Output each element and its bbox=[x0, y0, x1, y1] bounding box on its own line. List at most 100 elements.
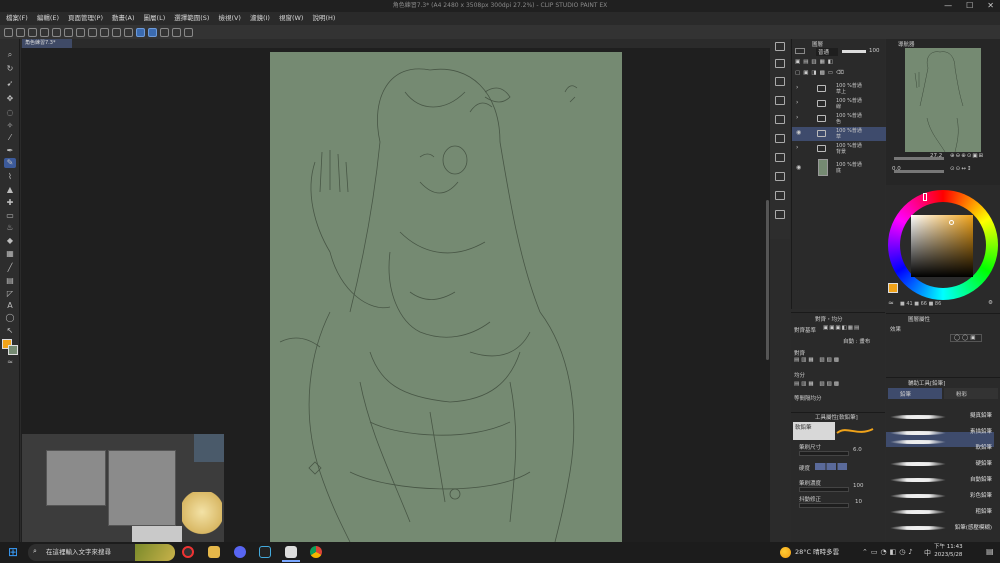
folder-material-icon[interactable] bbox=[775, 153, 785, 162]
search-layer-icon[interactable] bbox=[775, 115, 785, 124]
menu-file[interactable]: 檔案(F) bbox=[6, 12, 28, 25]
export-material-icon[interactable] bbox=[775, 210, 785, 219]
align-auto-label[interactable]: 自動 : 畫布 bbox=[843, 337, 870, 345]
canvas-scroll-thumb[interactable] bbox=[766, 200, 769, 360]
sub-color-swatch[interactable] bbox=[8, 345, 18, 355]
menu-window[interactable]: 視窗(W) bbox=[279, 12, 304, 25]
file-explorer-icon[interactable] bbox=[208, 546, 220, 558]
distribute-buttons[interactable]: ▤▥▦ ▧▨▩ bbox=[794, 381, 841, 387]
blend-mode-select[interactable]: 普通 bbox=[816, 48, 838, 56]
close-button[interactable]: ✕ bbox=[987, 0, 994, 12]
ruler-icon[interactable]: ◸ bbox=[4, 289, 16, 299]
clear-icon[interactable] bbox=[88, 27, 97, 37]
layer-property-tab[interactable]: 圖層屬性 bbox=[908, 315, 930, 323]
panel-close-icon[interactable] bbox=[775, 59, 785, 68]
panel-toggle-icon[interactable] bbox=[775, 42, 785, 51]
visibility-icon[interactable]: › bbox=[796, 115, 798, 121]
color-picker-cursor[interactable] bbox=[949, 220, 954, 225]
hue-cursor[interactable] bbox=[923, 193, 927, 201]
rotate-view-icon[interactable]: ↻ bbox=[4, 64, 16, 74]
color-main-swatch[interactable] bbox=[888, 283, 898, 293]
layer-row[interactable]: › 100 %普通 草上 bbox=[792, 82, 886, 96]
gradient-icon[interactable]: ▦ bbox=[4, 249, 16, 259]
rotation-buttons[interactable]: ⊙⊙↔↕ bbox=[950, 166, 972, 172]
text-icon[interactable]: A bbox=[4, 301, 16, 311]
history-icon[interactable] bbox=[775, 96, 785, 105]
density-slider[interactable] bbox=[799, 487, 849, 492]
visibility-icon[interactable]: › bbox=[796, 145, 798, 151]
menu-edit[interactable]: 編輯(E) bbox=[37, 12, 59, 25]
weather-text[interactable]: 28°C 晴時多雲 bbox=[795, 545, 839, 559]
layer-action-icons[interactable]: ▢▣◨▩▭⌫ bbox=[795, 70, 847, 76]
character-material-icon[interactable] bbox=[775, 172, 785, 181]
menu-layer[interactable]: 圖層(L) bbox=[144, 12, 166, 25]
align-buttons[interactable]: ▤▥▦ ▧▨▩ bbox=[794, 357, 841, 363]
new-file-icon[interactable] bbox=[4, 27, 13, 37]
zoom-buttons[interactable]: ⊕⊖⊕⊙▣⊞ bbox=[950, 153, 984, 159]
navigator-tab[interactable]: 導航器 bbox=[898, 40, 915, 48]
windows-start-icon[interactable]: ⊞ bbox=[8, 546, 20, 558]
maximize-button[interactable]: ☐ bbox=[966, 0, 973, 12]
navigator-preview[interactable] bbox=[905, 48, 981, 153]
rotation-value[interactable]: 0.0 bbox=[892, 166, 901, 172]
subtool-group-pastel[interactable]: 粉彩 bbox=[944, 388, 998, 399]
hardness-selector[interactable] bbox=[815, 463, 847, 470]
tool-property-tab[interactable]: 工具屬性[軟鉛筆] bbox=[815, 413, 858, 421]
lasso-icon[interactable]: ◌ bbox=[4, 108, 16, 118]
subtool-tab[interactable]: 輔助工具[鉛筆] bbox=[908, 379, 945, 387]
visibility-icon[interactable]: › bbox=[796, 100, 798, 106]
decoration-icon[interactable]: ✚ bbox=[4, 198, 16, 208]
transform-icon[interactable] bbox=[112, 27, 121, 37]
brush-icon[interactable]: ⌇ bbox=[4, 172, 16, 182]
export-icon[interactable] bbox=[40, 27, 49, 37]
visibility-icon[interactable]: ◉ bbox=[796, 165, 801, 171]
layer-row[interactable]: › 100 %普通色 bbox=[792, 112, 886, 126]
color-settings-icon[interactable]: ⚙ bbox=[988, 300, 993, 306]
airbrush-icon[interactable]: ▲ bbox=[4, 185, 16, 195]
brush-size-value[interactable]: 6.0 bbox=[853, 447, 862, 453]
discord-icon[interactable] bbox=[234, 546, 246, 558]
fill-bucket-icon[interactable]: ◆ bbox=[4, 236, 16, 246]
menu-filter[interactable]: 濾鏡(I) bbox=[250, 12, 270, 25]
frame-icon[interactable]: ▤ bbox=[4, 276, 16, 286]
undo-icon[interactable] bbox=[52, 27, 61, 37]
app-icon[interactable] bbox=[259, 546, 271, 558]
stabilization-slider[interactable] bbox=[799, 503, 849, 508]
settings-icon[interactable] bbox=[76, 27, 85, 37]
snap-ruler-icon[interactable] bbox=[136, 27, 145, 37]
pen-icon[interactable]: ✒ bbox=[4, 146, 16, 156]
menu-help[interactable]: 說明(H) bbox=[312, 12, 335, 25]
subtool-item[interactable]: 自動鉛筆 bbox=[950, 475, 992, 483]
effect-buttons[interactable]: ◯◯▣ bbox=[950, 334, 982, 342]
layer-row-selected[interactable]: ◉ 100 %普通草 bbox=[792, 127, 886, 141]
notification-icon[interactable]: ▤ bbox=[986, 547, 994, 556]
layer-tool-icons[interactable]: ▣▤▥▦◧ bbox=[795, 59, 836, 65]
subtool-item[interactable]: 彩色鉛筆 bbox=[950, 491, 992, 499]
saturation-value-square[interactable] bbox=[911, 215, 973, 277]
selection-icon[interactable] bbox=[124, 27, 133, 37]
snap-grid-icon[interactable] bbox=[160, 27, 169, 37]
opacity-slider[interactable] bbox=[842, 50, 866, 53]
pencil-icon[interactable]: ✎ bbox=[4, 158, 16, 168]
image-material-icon[interactable] bbox=[775, 134, 785, 143]
minimize-button[interactable]: — bbox=[944, 0, 952, 12]
menu-page[interactable]: 頁面管理(P) bbox=[68, 12, 103, 25]
align-reference-buttons[interactable]: ▣▣▣◧▦▤ bbox=[823, 325, 860, 331]
ime-indicator[interactable]: 中 bbox=[924, 548, 931, 558]
document-tab[interactable]: 角色練習7.3* bbox=[22, 39, 72, 48]
menu-selection[interactable]: 選擇範圍(S) bbox=[174, 12, 209, 25]
blend-icon[interactable]: ♨ bbox=[4, 223, 16, 233]
snap-special-ruler-icon[interactable] bbox=[148, 27, 157, 37]
layer-row[interactable]: › 100 %普通線 bbox=[792, 97, 886, 111]
layer-color-icon[interactable] bbox=[795, 48, 805, 54]
menu-animation[interactable]: 動畫(A) bbox=[112, 12, 135, 25]
object-material-icon[interactable] bbox=[775, 191, 785, 200]
clip-studio-icon[interactable] bbox=[285, 546, 297, 558]
figure-icon[interactable]: ╱ bbox=[4, 263, 16, 273]
subtool-item[interactable]: 擬真鉛筆 bbox=[950, 411, 992, 419]
visibility-icon[interactable]: ◉ bbox=[796, 130, 801, 136]
wave-icon[interactable]: ≈ bbox=[4, 357, 16, 367]
opacity-value[interactable]: 100 bbox=[869, 48, 880, 54]
subtool-item[interactable]: 鉛筆(感壓模糊) bbox=[950, 523, 992, 531]
operation-icon[interactable]: ➹ bbox=[4, 79, 16, 89]
